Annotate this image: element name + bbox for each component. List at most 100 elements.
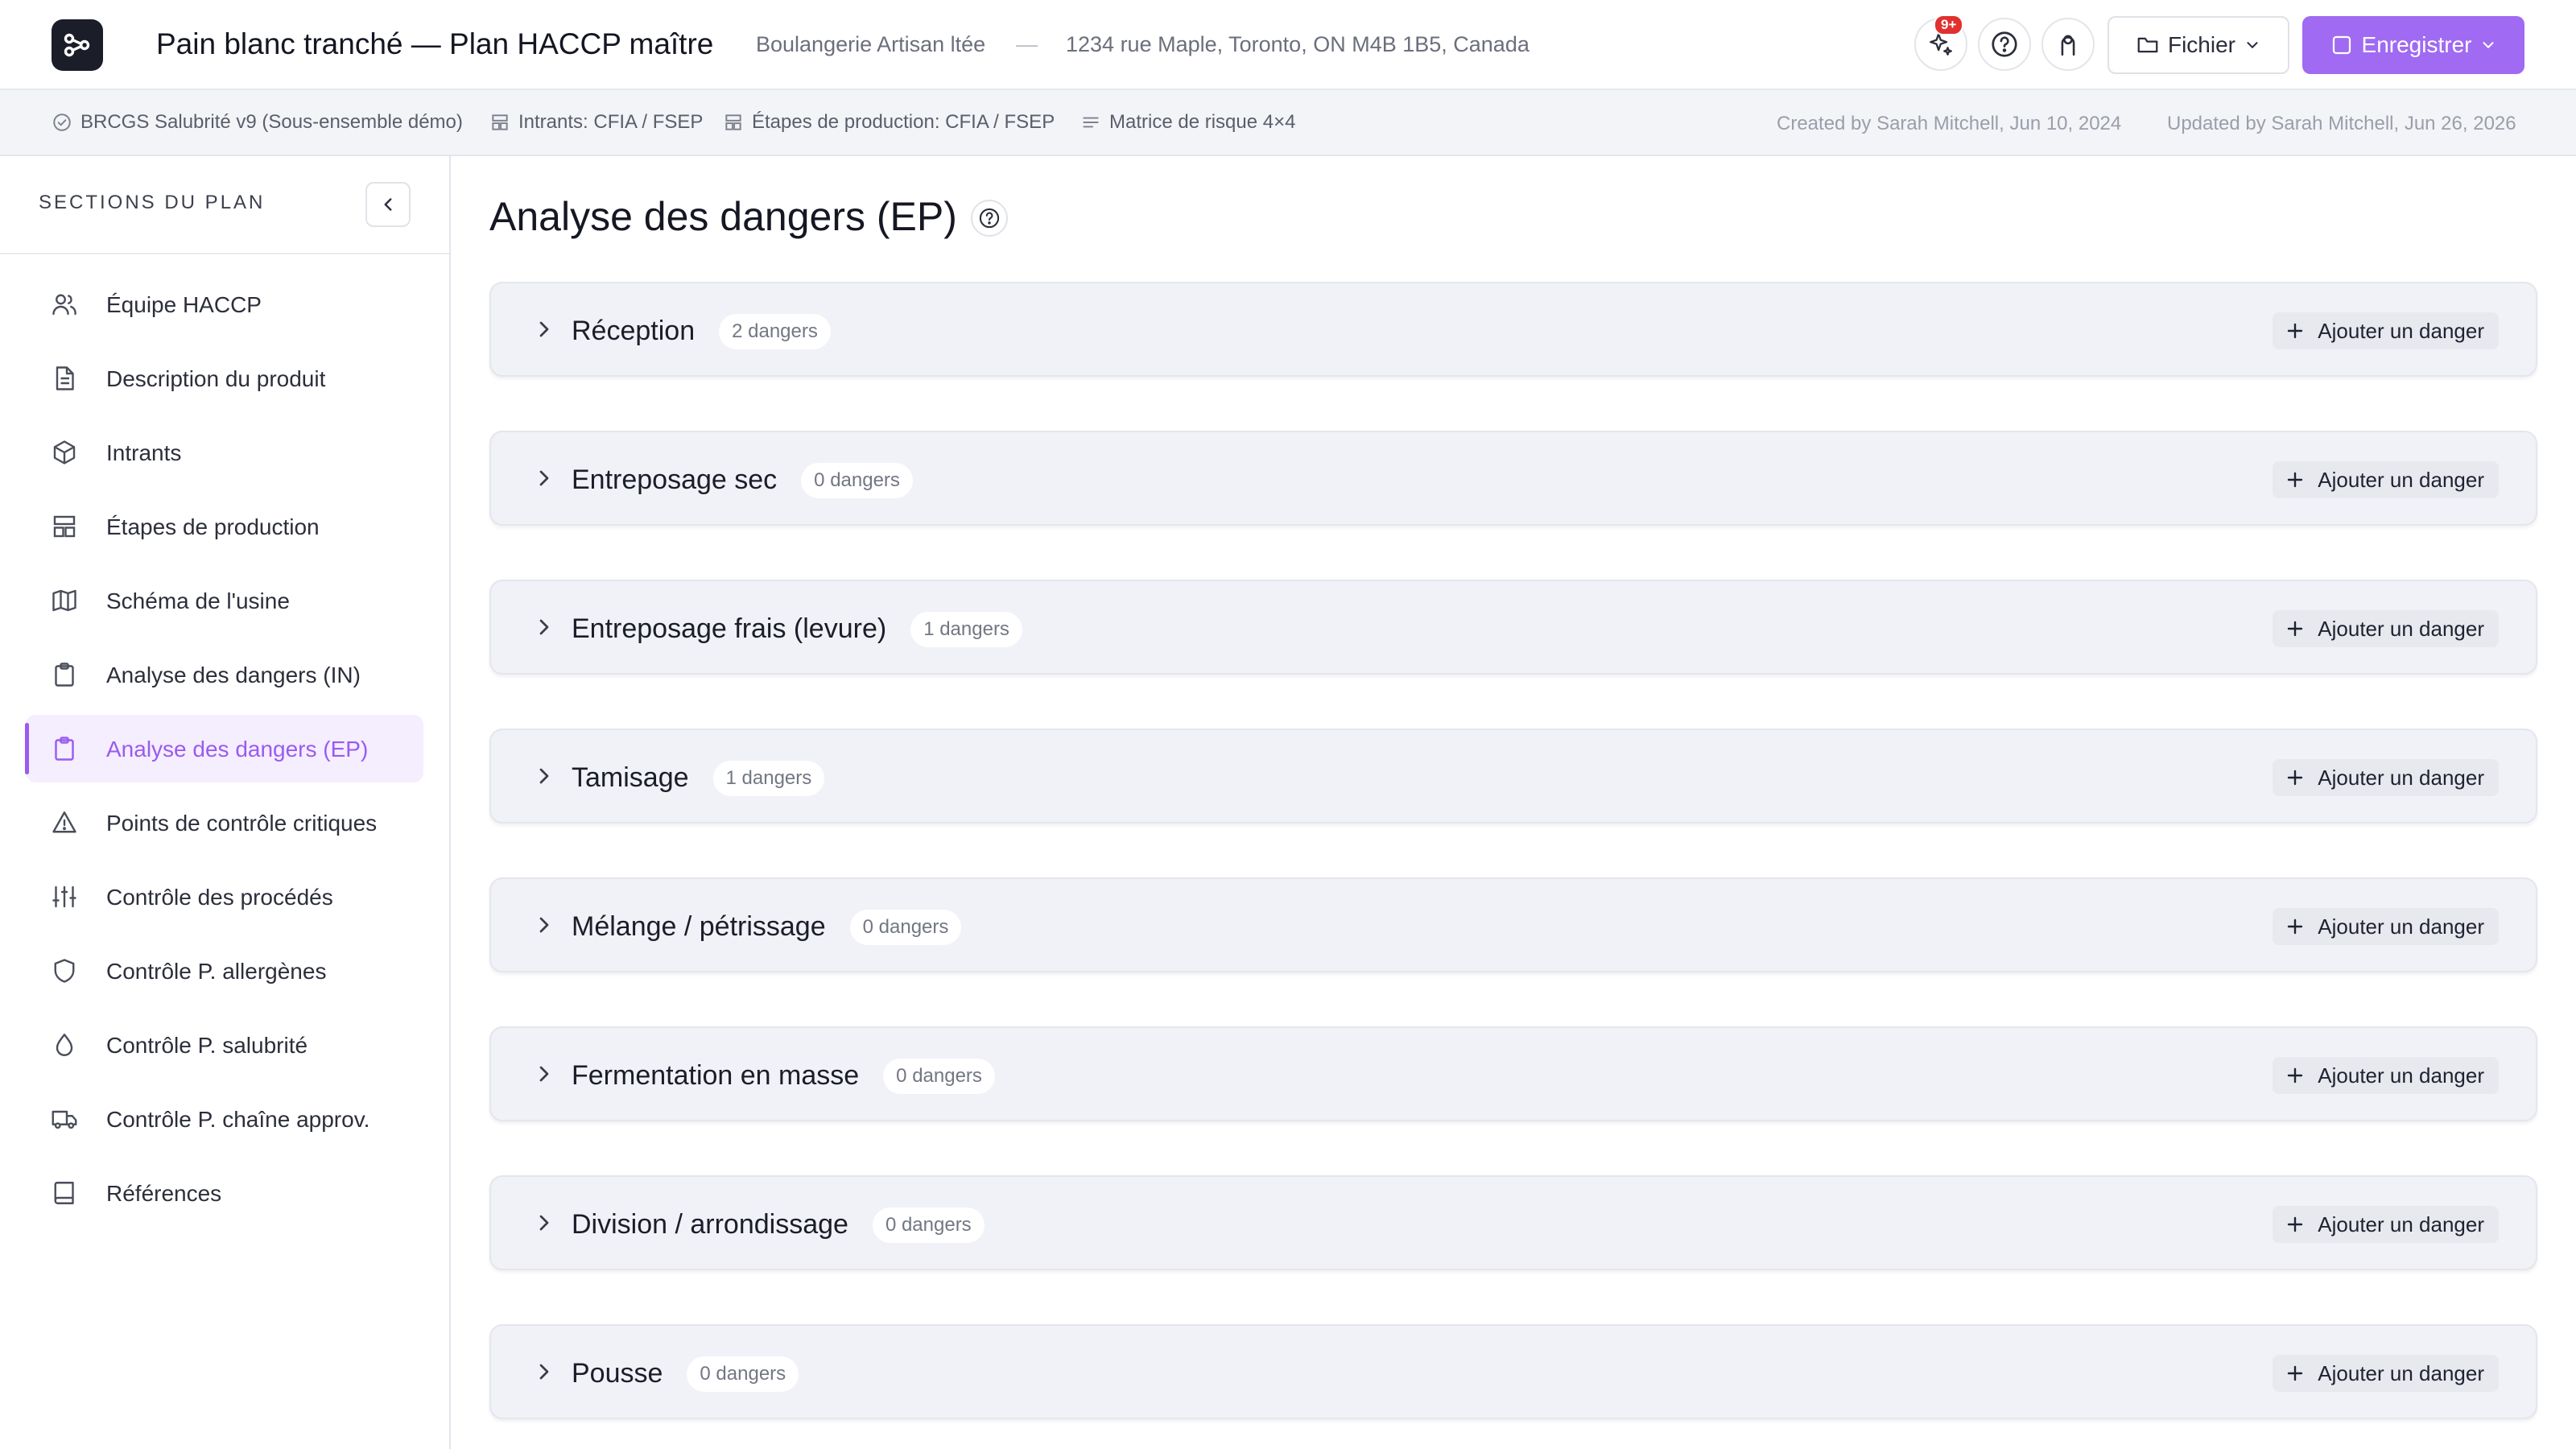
step-name: Mélange / pétrissage — [572, 911, 826, 942]
logo-icon — [64, 33, 90, 57]
step-card[interactable]: Entreposage sec 0 dangers Ajouter un dang… — [489, 431, 2537, 526]
step-card[interactable]: Division / arrondissage 0 dangers Ajouter… — [489, 1175, 2537, 1270]
sidebar-item-etapes-production[interactable]: Étapes de production — [26, 493, 423, 560]
step-title: Entreposage frais (levure) 1 dangers — [572, 612, 1022, 647]
step-card[interactable]: Pousse 0 dangers Ajouter un danger — [489, 1324, 2537, 1419]
chevron-right-icon[interactable] — [531, 465, 557, 491]
sidebar-item-label: Contrôle P. allergènes — [106, 959, 327, 984]
sidebar-item-points-controle-critiques[interactable]: Points de contrôle critiques — [26, 789, 423, 857]
document-title: Pain blanc tranché — Plan HACCP maître — [156, 27, 714, 60]
add-danger-label: Ajouter un danger — [2318, 467, 2484, 492]
sliders-icon — [52, 886, 76, 908]
add-danger-button[interactable]: Ajouter un danger — [2273, 1206, 2499, 1243]
company-address: 1234 rue Maple, Toronto, ON M4B 1B5, Can… — [1066, 32, 1530, 56]
top-header: Pain blanc tranché — Plan HACCP maître B… — [0, 0, 2576, 90]
add-danger-label: Ajouter un danger — [2318, 1212, 2484, 1236]
danger-count-badge: 0 dangers — [872, 1208, 985, 1243]
check-circle-icon — [53, 114, 71, 131]
add-danger-button[interactable]: Ajouter un danger — [2273, 610, 2499, 647]
steps-source-info: Étapes de production: CFIA / FSEP — [723, 111, 1055, 134]
chevron-right-icon[interactable] — [531, 1359, 557, 1385]
active-indicator — [25, 723, 29, 774]
plus-icon — [2288, 1365, 2303, 1381]
sidebar-item-description-produit[interactable]: Description du produit — [26, 345, 423, 412]
danger-count-badge: 2 dangers — [719, 314, 831, 349]
chevron-right-icon[interactable] — [531, 1210, 557, 1236]
file-menu-button[interactable]: Fichier — [2107, 16, 2289, 74]
chevron-right-icon[interactable] — [531, 763, 557, 789]
help-circle-icon — [1992, 31, 2017, 57]
danger-count-badge: 0 dangers — [801, 463, 913, 498]
chevron-left-icon — [384, 198, 392, 211]
add-danger-button[interactable]: Ajouter un danger — [2273, 759, 2499, 796]
add-danger-button[interactable]: Ajouter un danger — [2273, 461, 2499, 498]
step-card[interactable]: Entreposage frais (levure) 1 dangers Ajou… — [489, 580, 2537, 675]
user-icon — [2061, 35, 2075, 56]
add-danger-button[interactable]: Ajouter un danger — [2273, 908, 2499, 945]
plus-icon — [2288, 323, 2303, 339]
step-card[interactable]: Mélange / pétrissage 0 dangers Ajouter un… — [489, 877, 2537, 972]
danger-count-badge: 0 dangers — [687, 1356, 799, 1392]
sidebar-item-controle-allergenes[interactable]: Contrôle P. allergènes — [26, 937, 423, 1005]
help-button[interactable] — [1978, 18, 2031, 71]
add-danger-button[interactable]: Ajouter un danger — [2273, 1355, 2499, 1392]
collapse-sidebar-button[interactable] — [365, 182, 411, 227]
ai-assistant-button[interactable]: 9+ — [1914, 14, 1967, 71]
sidebar-item-references[interactable]: Références — [26, 1159, 423, 1227]
sidebar-item-schema-usine[interactable]: Schéma de l'usine — [26, 567, 423, 634]
step-name: Fermentation en masse — [572, 1060, 860, 1091]
sidebar-item-label: Analyse des dangers (IN) — [106, 663, 361, 687]
plus-icon — [2288, 472, 2303, 488]
add-danger-label: Ajouter un danger — [2318, 765, 2484, 790]
sidebar-item-label: Schéma de l'usine — [106, 588, 290, 613]
add-danger-button[interactable]: Ajouter un danger — [2273, 312, 2499, 349]
save-label: Enregistrer — [2361, 32, 2472, 57]
sidebar-item-intrants[interactable]: Intrants — [26, 419, 423, 486]
add-danger-button[interactable]: Ajouter un danger — [2273, 1057, 2499, 1094]
sidebar-item-equipe-haccp[interactable]: Équipe HACCP — [26, 270, 423, 338]
shield-icon — [54, 959, 75, 983]
sidebar-item-label: Étapes de production — [106, 514, 320, 539]
chevron-right-icon[interactable] — [531, 614, 557, 640]
sidebar-item-label: Contrôle P. salubrité — [106, 1033, 308, 1058]
folder-icon — [2137, 37, 2158, 53]
chevron-down-icon — [2483, 42, 2494, 48]
sidebar-item-analyse-dangers-ep[interactable]: Analyse des dangers (EP) — [25, 715, 423, 782]
add-danger-label: Ajouter un danger — [2318, 616, 2484, 641]
notification-badge: 9+ — [1934, 14, 1964, 35]
sidebar-item-label: Références — [106, 1181, 222, 1206]
page-help-button[interactable] — [971, 200, 1008, 237]
step-card[interactable]: Réception 2 dangers Ajouter un danger — [489, 282, 2537, 377]
map-icon — [52, 589, 76, 612]
danger-count-badge: 1 dangers — [712, 761, 825, 796]
step-title: Réception 2 dangers — [572, 314, 831, 349]
add-danger-label: Ajouter un danger — [2318, 1360, 2484, 1385]
chevron-right-icon[interactable] — [531, 912, 557, 938]
user-menu-button[interactable] — [2041, 18, 2095, 71]
warning-icon — [52, 811, 76, 833]
sidebar-title: SECTIONS DU PLAN — [39, 192, 266, 213]
save-button[interactable]: Enregistrer — [2302, 16, 2524, 74]
layout-icon — [53, 515, 76, 538]
chevron-right-icon[interactable] — [531, 316, 557, 342]
plus-icon — [2288, 1067, 2303, 1084]
sidebar-item-controle-procedes[interactable]: Contrôle des procédés — [26, 863, 423, 931]
sidebar-item-controle-salubrite[interactable]: Contrôle P. salubrité — [26, 1011, 423, 1079]
risk-matrix-info: Matrice de risque 4×4 — [1080, 111, 1295, 134]
created-info: Created by Sarah Mitchell, Jun 10, 2024 — [1777, 113, 2122, 134]
step-card[interactable]: Fermentation en masse 0 dangers Ajouter u… — [489, 1026, 2537, 1121]
page-title: Analyse des dangers (EP) — [489, 194, 957, 239]
sidebar-item-controle-chaine-approv[interactable]: Contrôle P. chaîne approv. — [26, 1085, 423, 1153]
header-separator: — — [1016, 32, 1038, 56]
step-title: Pousse 0 dangers — [572, 1356, 799, 1392]
users-icon — [52, 294, 76, 316]
step-name: Entreposage frais (levure) — [572, 613, 887, 644]
app-logo[interactable] — [52, 19, 103, 71]
book-icon — [54, 1182, 74, 1204]
sidebar-item-analyse-dangers-in[interactable]: Analyse des dangers (IN) — [26, 641, 423, 708]
chevron-right-icon[interactable] — [531, 1061, 557, 1087]
droplet-icon — [56, 1034, 73, 1056]
step-name: Division / arrondissage — [572, 1209, 848, 1240]
plan-sections-sidebar: SECTIONS DU PLAN Équipe HACCP Descriptio… — [0, 156, 451, 1449]
step-card[interactable]: Tamisage 1 dangers Ajouter un danger — [489, 729, 2537, 824]
